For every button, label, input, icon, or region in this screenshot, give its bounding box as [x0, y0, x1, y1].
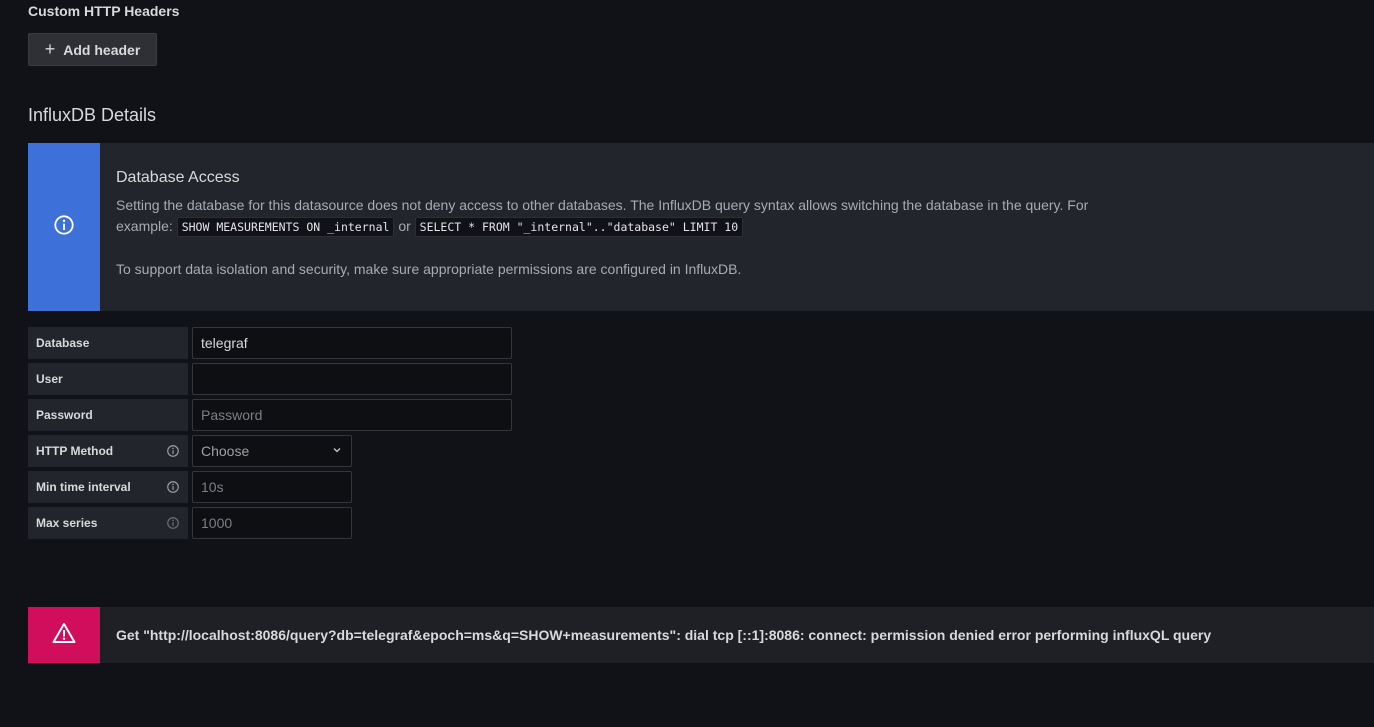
chevron-down-icon	[331, 443, 343, 459]
user-label-text: User	[36, 372, 63, 386]
datasource-settings-page: Custom HTTP Headers + Add header InfluxD…	[0, 0, 1374, 727]
alert-icon-column	[28, 143, 100, 311]
info-circle-icon[interactable]	[166, 480, 180, 494]
min-time-interval-row: Min time interval	[28, 471, 352, 503]
user-label: User	[28, 363, 188, 395]
add-header-label: Add header	[63, 41, 141, 58]
custom-headers-title: Custom HTTP Headers	[28, 3, 180, 19]
user-row: User	[28, 363, 512, 395]
min-time-interval-label: Min time interval	[28, 471, 188, 503]
alert-text: Setting the database for this datasource…	[116, 195, 1116, 280]
influxdb-details-title: InfluxDB Details	[28, 105, 157, 125]
http-method-label-text: HTTP Method	[36, 444, 114, 458]
max-series-row: Max series	[28, 507, 352, 539]
http-method-select[interactable]: Choose	[192, 435, 352, 467]
code-show-measurements: SHOW MEASUREMENTS ON _internal	[176, 217, 395, 237]
password-label-text: Password	[36, 408, 93, 422]
alert-icon-column	[28, 607, 100, 663]
min-time-interval-input[interactable]	[192, 471, 352, 503]
database-label-text: Database	[36, 336, 90, 350]
min-time-interval-label-text: Min time interval	[36, 480, 131, 494]
http-method-row: HTTP Method Choose	[28, 435, 352, 467]
http-method-selected: Choose	[201, 443, 250, 459]
info-circle-icon[interactable]	[166, 516, 180, 530]
alert-title: Database Access	[116, 169, 240, 186]
database-label: Database	[28, 327, 188, 359]
database-input[interactable]	[192, 327, 512, 359]
max-series-input[interactable]	[192, 507, 352, 539]
alert-text-or: or	[398, 218, 411, 234]
user-input[interactable]	[192, 363, 512, 395]
add-header-button[interactable]: + Add header	[28, 33, 157, 66]
error-alert: Get "http://localhost:8086/query?db=tele…	[28, 607, 1374, 663]
info-circle-icon	[53, 214, 75, 241]
http-method-label: HTTP Method	[28, 435, 188, 467]
warning-triangle-icon	[52, 622, 76, 649]
alert-text-permissions: To support data isolation and security, …	[116, 261, 742, 277]
password-row: Password	[28, 399, 512, 431]
password-label: Password	[28, 399, 188, 431]
code-select-query: SELECT * FROM "_internal".."database" LI…	[414, 217, 744, 237]
password-input[interactable]	[192, 399, 512, 431]
error-message: Get "http://localhost:8086/query?db=tele…	[116, 627, 1212, 643]
max-series-label-text: Max series	[36, 516, 98, 530]
database-row: Database	[28, 327, 512, 359]
max-series-label: Max series	[28, 507, 188, 539]
plus-icon: +	[44, 38, 56, 59]
database-access-alert: Database Access Setting the database for…	[28, 143, 1374, 311]
info-circle-icon[interactable]	[166, 444, 180, 458]
